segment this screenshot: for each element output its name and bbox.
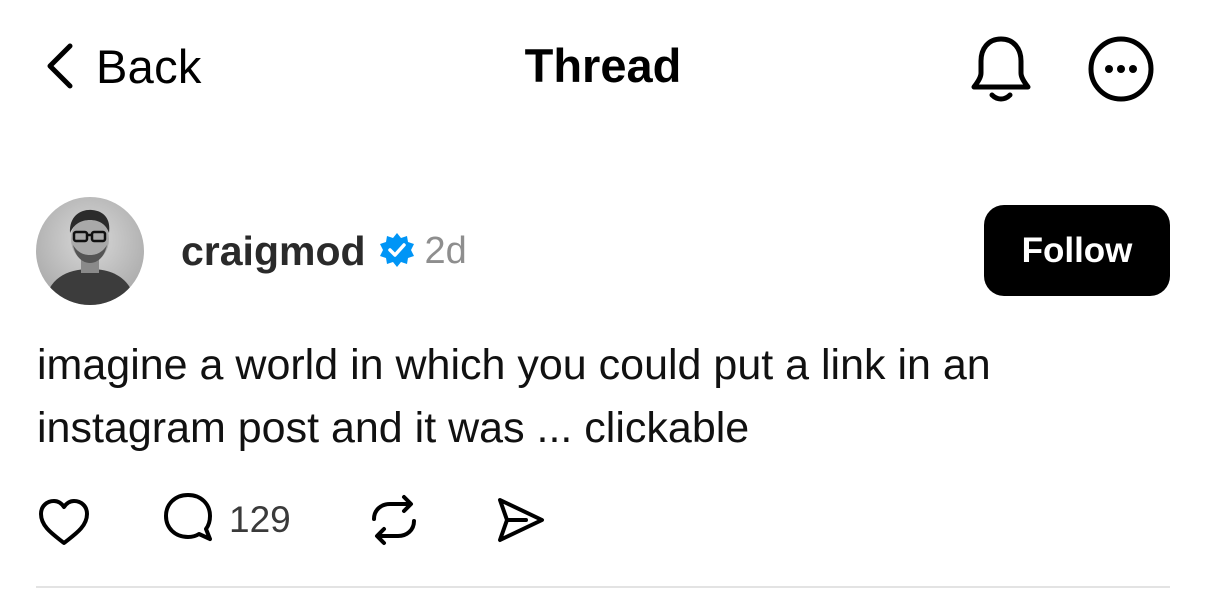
share-icon (492, 498, 548, 552)
post-author-row: craigmod 2d (181, 224, 467, 278)
like-button[interactable] (36, 494, 92, 550)
more-icon (1084, 36, 1158, 110)
divider (36, 586, 1170, 588)
top-nav-bar: Back Thread (0, 0, 1206, 134)
repost-icon (366, 495, 422, 552)
repost-button[interactable] (366, 492, 422, 548)
share-button[interactable] (492, 492, 548, 548)
comment-count: 129 (229, 499, 291, 540)
post-text: imagine a world in which you could put a… (37, 341, 991, 452)
post-actions: 129 (0, 490, 1206, 550)
follow-button[interactable]: Follow (984, 205, 1170, 296)
avatar[interactable] (36, 197, 144, 305)
heart-icon (36, 499, 92, 554)
verified-badge-icon (378, 232, 416, 270)
bell-icon (964, 36, 1038, 108)
comment-icon (161, 490, 215, 551)
notifications-button[interactable] (964, 30, 1038, 104)
more-options-button[interactable] (1084, 32, 1158, 106)
username[interactable]: craigmod (181, 228, 366, 275)
post-timestamp: 2d (424, 229, 467, 272)
comment-button[interactable]: 129 (161, 492, 291, 548)
